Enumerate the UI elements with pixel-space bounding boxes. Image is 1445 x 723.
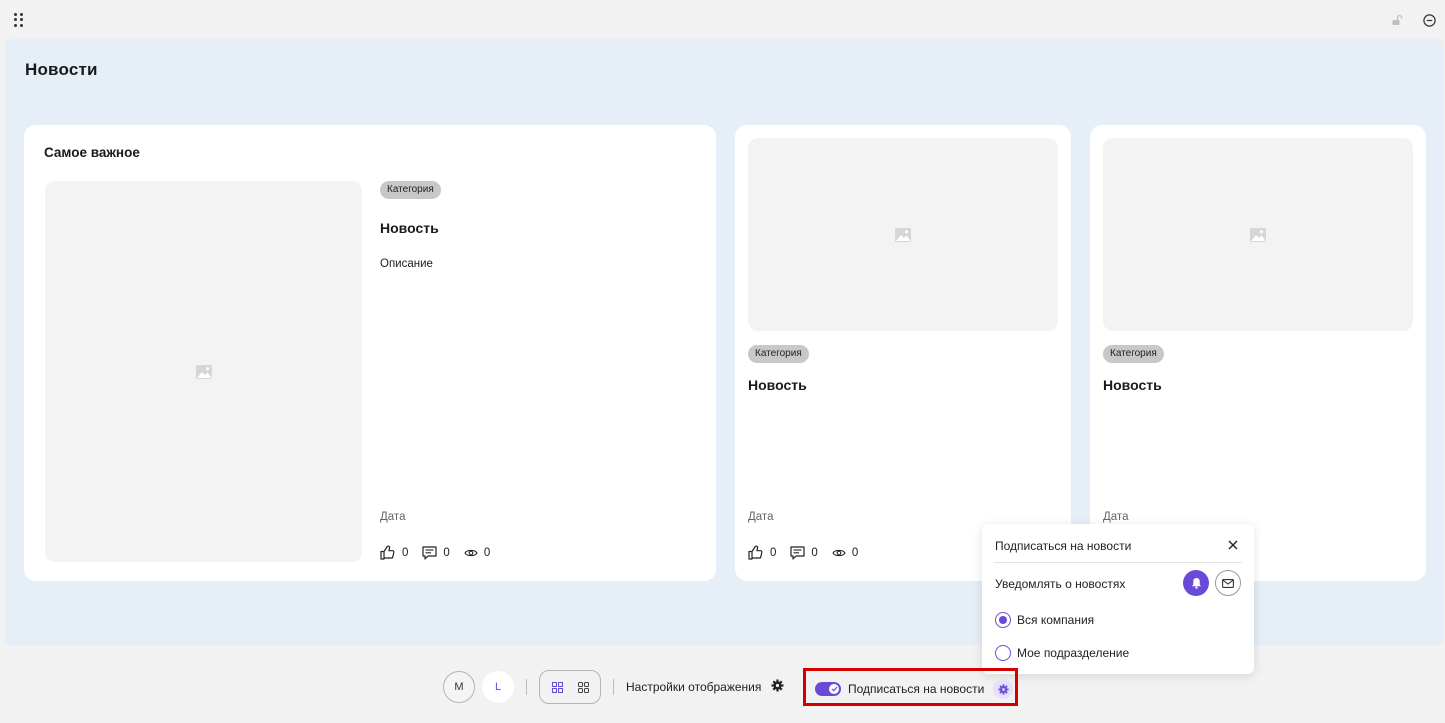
news-title[interactable]: Новость: [1103, 377, 1162, 393]
toolbar-divider: [613, 679, 614, 695]
news-description: Описание: [380, 258, 433, 270]
size-m-button[interactable]: M: [443, 671, 475, 703]
views-indicator: 0: [464, 547, 490, 559]
featured-news-card[interactable]: Самое важное Категория Новость Описание …: [24, 125, 716, 581]
likes-count: 0: [402, 546, 409, 559]
category-badge[interactable]: Категория: [748, 345, 809, 363]
subscribe-popover: Подписаться на новости Уведомлять о ново…: [982, 524, 1254, 674]
comments-count: 0: [811, 546, 818, 559]
news-card[interactable]: Категория Новость Дата 0 0 0: [735, 125, 1071, 581]
news-stats: 0 0 0: [748, 545, 858, 560]
image-placeholder-icon: [45, 181, 362, 562]
comment-icon: [422, 545, 438, 560]
widget-controls: [1389, 12, 1437, 28]
comments-button[interactable]: 0: [790, 545, 818, 560]
news-stats: 0 0 0: [380, 545, 490, 560]
news-date: Дата: [1103, 511, 1129, 523]
news-title[interactable]: Новость: [380, 220, 439, 236]
minus-circle-icon[interactable]: [1421, 12, 1437, 28]
radio-whole-company[interactable]: Вся компания: [995, 612, 1094, 628]
bell-icon[interactable]: [1183, 570, 1209, 596]
views-count: 0: [851, 546, 859, 559]
mail-icon[interactable]: [1215, 570, 1241, 596]
widget-title: Новости: [25, 60, 98, 79]
check-icon: [829, 684, 839, 694]
category-badge[interactable]: Категория: [1103, 345, 1164, 363]
comments-button[interactable]: 0: [422, 545, 450, 560]
display-settings-label: Настройки отображения: [626, 680, 762, 694]
eye-icon: [464, 548, 478, 558]
featured-heading: Самое важное: [44, 145, 140, 160]
news-title[interactable]: Новость: [748, 377, 807, 393]
news-card[interactable]: Категория Новость Дата: [1090, 125, 1426, 581]
view-mode-group: [539, 670, 601, 704]
size-l-button[interactable]: L: [482, 671, 514, 703]
radio-my-department[interactable]: Мое подразделение: [995, 645, 1129, 661]
grid-large-view-icon[interactable]: [546, 676, 568, 698]
subscribe-highlight: Подписаться на новости: [803, 668, 1018, 706]
drag-handle-icon[interactable]: [14, 13, 24, 27]
bottom-toolbar: M L Настройки отображения: [443, 670, 784, 704]
likes-count: 0: [770, 546, 777, 559]
radio-checked-icon: [995, 612, 1011, 628]
like-button[interactable]: 0: [748, 545, 776, 560]
subscribe-toggle[interactable]: [815, 682, 841, 696]
eye-icon: [832, 548, 846, 558]
category-badge[interactable]: Категория: [380, 181, 441, 199]
radio-label: Мое подразделение: [1017, 646, 1130, 660]
notify-label: Уведомлять о новостях: [995, 577, 1126, 591]
gear-icon: [771, 679, 784, 695]
news-date: Дата: [748, 511, 774, 523]
image-placeholder-icon: [748, 138, 1058, 331]
comment-icon: [790, 545, 806, 560]
close-icon[interactable]: [1226, 538, 1240, 552]
news-date: Дата: [380, 511, 406, 523]
subscribe-settings-gear-icon[interactable]: [993, 679, 1014, 699]
comments-count: 0: [443, 546, 450, 559]
grid-small-view-icon[interactable]: [572, 676, 594, 698]
display-settings-button[interactable]: Настройки отображения: [626, 679, 784, 695]
radio-label: Вся компания: [1017, 613, 1095, 627]
subscribe-control: Подписаться на новости: [815, 679, 1014, 699]
thumbs-up-icon: [380, 545, 396, 560]
views-indicator: 0: [832, 547, 858, 559]
popover-divider: [994, 562, 1242, 563]
image-placeholder-icon: [1103, 138, 1413, 331]
thumbs-up-icon: [748, 545, 764, 560]
radio-unchecked-icon: [995, 645, 1011, 661]
toolbar-divider: [526, 679, 527, 695]
popover-title: Подписаться на новости: [995, 539, 1132, 553]
views-count: 0: [483, 546, 491, 559]
subscribe-label[interactable]: Подписаться на новости: [848, 682, 984, 696]
unlock-icon[interactable]: [1389, 12, 1405, 28]
like-button[interactable]: 0: [380, 545, 408, 560]
